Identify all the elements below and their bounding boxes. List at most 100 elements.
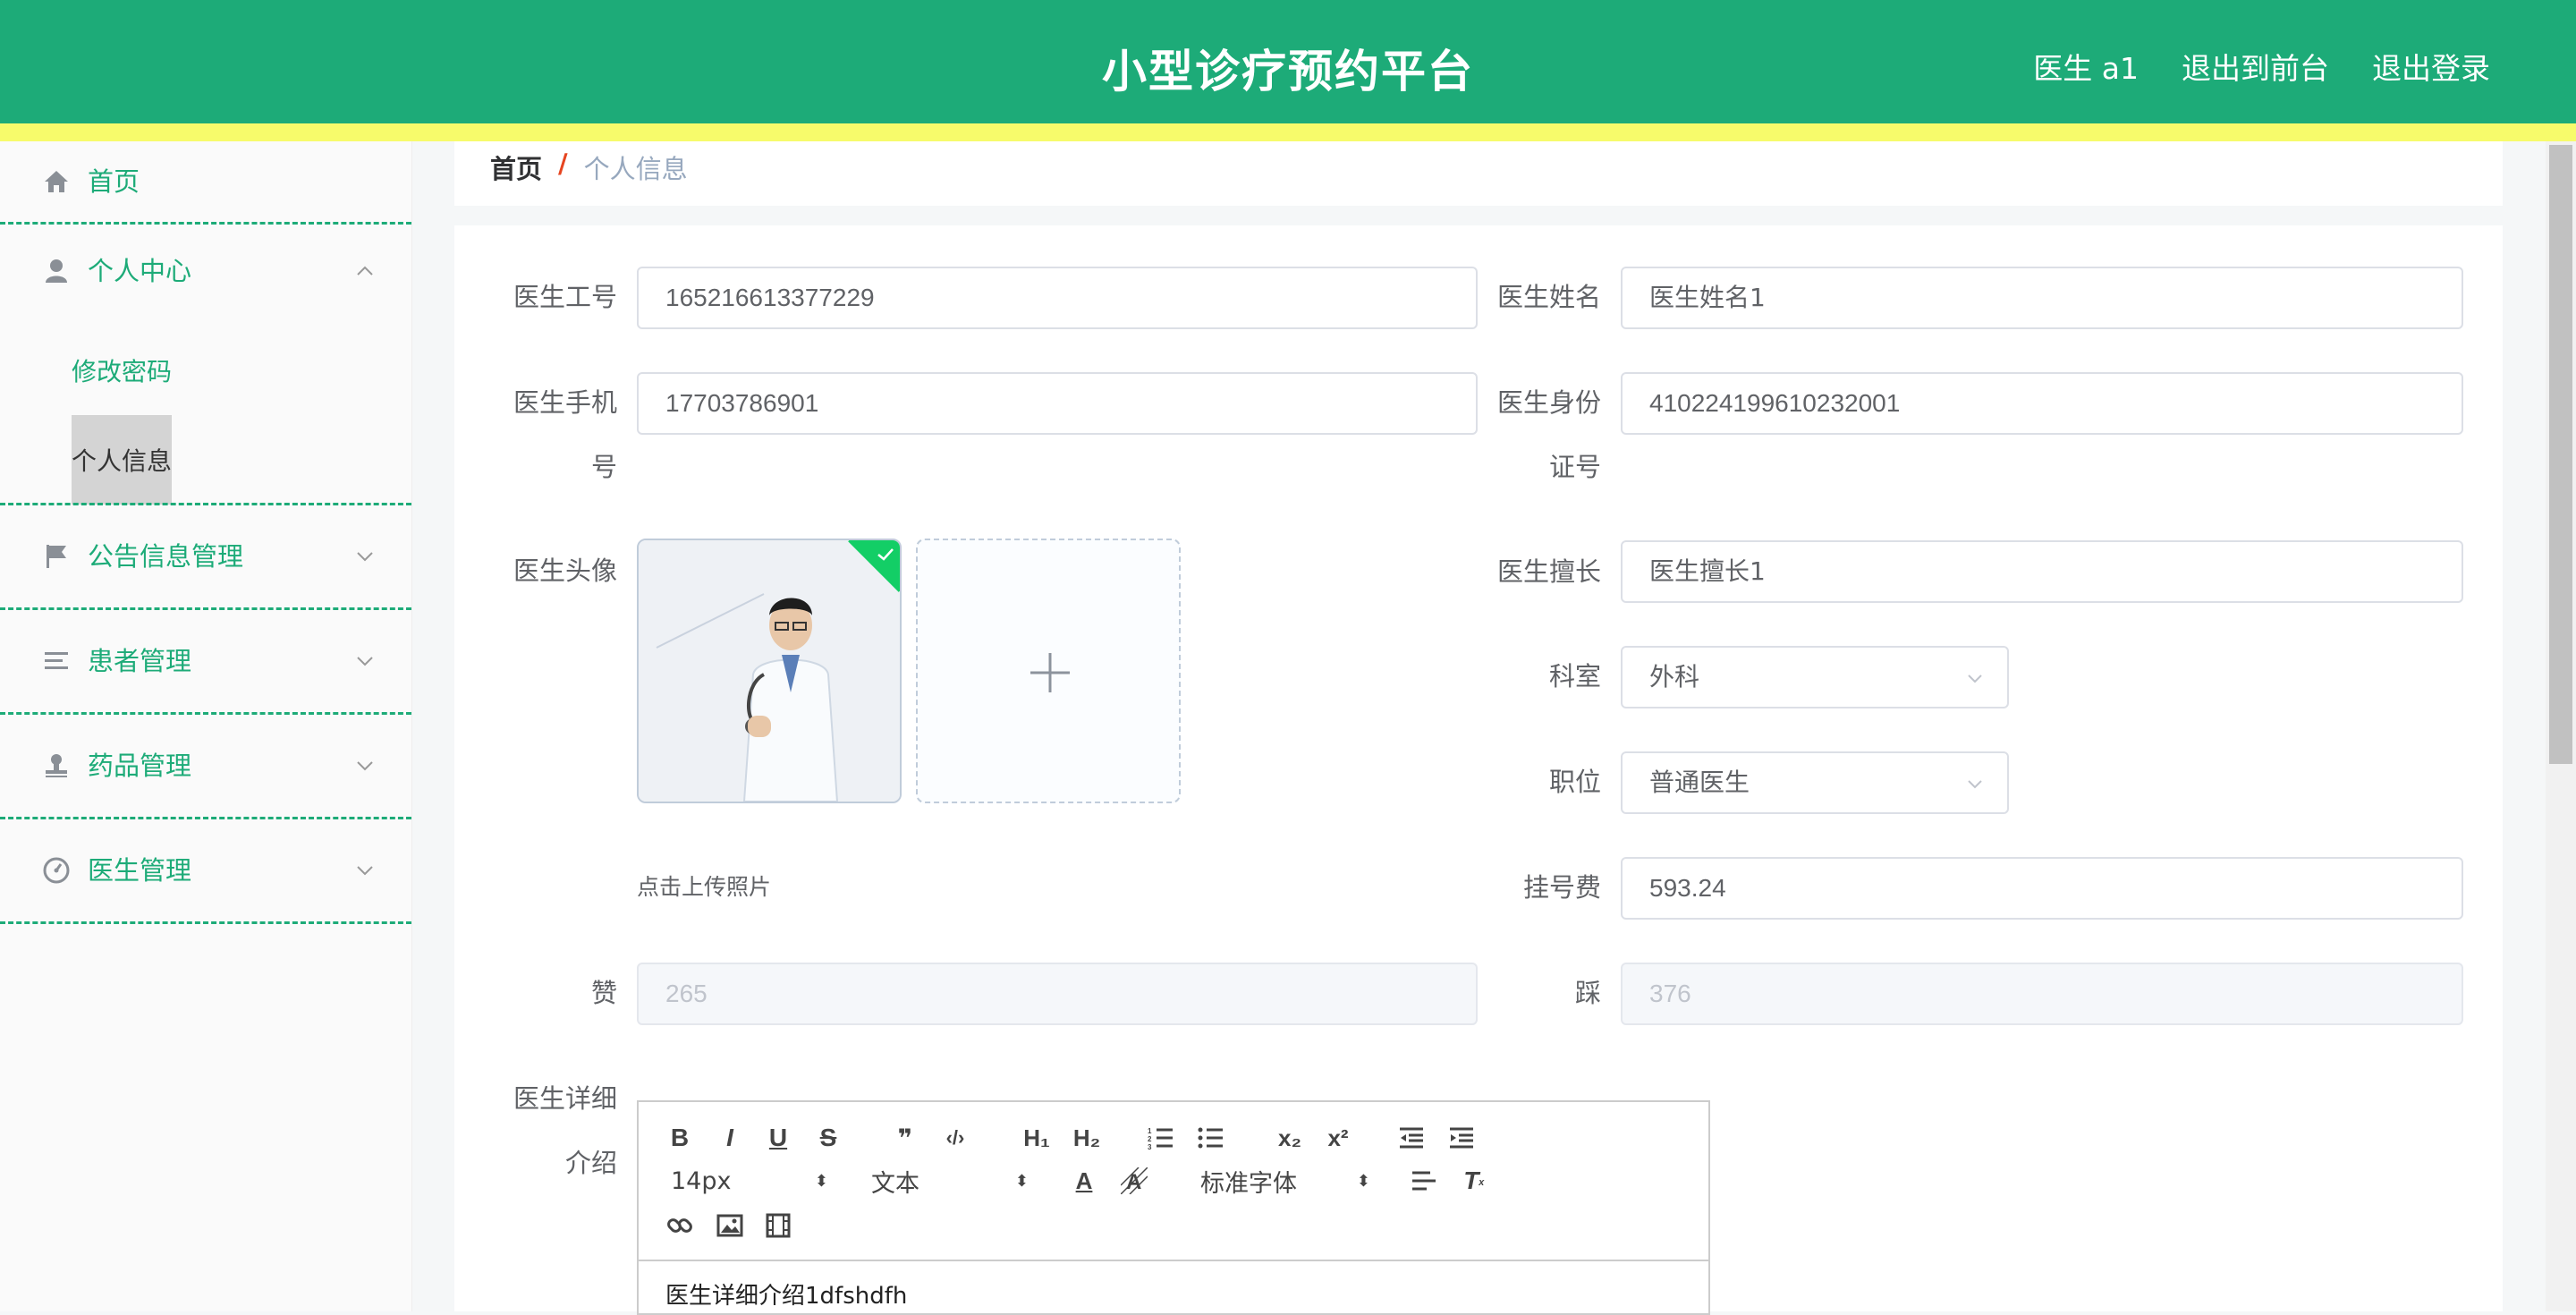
avatar-upload-button[interactable] (916, 539, 1181, 803)
sidebar-item-label: 首页 (88, 166, 140, 197)
editor-content[interactable]: 医生详细介绍1dfshdfh (665, 1277, 907, 1311)
sidebar-item-personal-center[interactable]: 个人中心 (0, 222, 411, 320)
subscript-icon[interactable]: x₂ (1270, 1122, 1309, 1154)
breadcrumb-card: 首页 / 个人信息 (454, 141, 2503, 206)
chevron-down-icon (354, 546, 376, 567)
background-color-icon[interactable]: A (1118, 1165, 1150, 1197)
underline-icon[interactable]: U (762, 1122, 794, 1154)
header-accent-stripe (0, 123, 2576, 141)
video-icon[interactable] (762, 1209, 794, 1242)
chevron-down-icon (1968, 780, 1982, 789)
font-family-value: 标准字体 (1200, 1169, 1297, 1198)
ordered-list-icon[interactable]: 123 (1145, 1122, 1177, 1154)
sidebar-item-home[interactable]: 首页 (0, 141, 411, 225)
current-user-link[interactable]: 医生 a1 (2033, 45, 2139, 88)
sidebar-subitem-change-password[interactable]: 修改密码 (72, 326, 172, 415)
font-size-picker[interactable]: 14px ⬍ (671, 1165, 828, 1197)
sidebar-item-label: 个人中心 (88, 256, 192, 286)
specialty-input[interactable]: 医生擅长1 (1621, 540, 2463, 603)
editor-toolbar: B I U S ❞ ‹/› H₁ H₂ 123 x₂ x² 14px ⬍ 文本 … (639, 1102, 1708, 1261)
heading-1-icon[interactable]: H₁ (1016, 1122, 1057, 1154)
breadcrumb-current: 个人信息 (583, 154, 688, 184)
department-label: 科室 (1548, 661, 1601, 691)
breadcrumb-home[interactable]: 首页 (490, 148, 542, 186)
department-selected-value: 外科 (1649, 662, 1700, 691)
detail-label-line1: 医生详细 (513, 1083, 617, 1114)
code-block-icon[interactable]: ‹/› (939, 1122, 971, 1154)
breadcrumb-separator: / (558, 148, 568, 179)
link-icon[interactable] (664, 1209, 696, 1242)
id-card-label-line2: 证号 (1548, 452, 1601, 482)
align-icon[interactable] (1408, 1165, 1440, 1197)
sidebar-item-label: 公告信息管理 (88, 541, 244, 572)
id-card-label-line1: 医生身份 (1496, 387, 1601, 418)
position-label: 职位 (1548, 767, 1601, 797)
logout-link[interactable]: 退出登录 (2372, 45, 2490, 88)
updown-icon: ⬍ (1014, 1171, 1029, 1191)
italic-icon[interactable]: I (714, 1122, 746, 1154)
page-scrollbar-thumb[interactable] (2549, 145, 2572, 764)
updown-icon: ⬍ (1356, 1171, 1370, 1191)
likes-label: 赞 (590, 978, 617, 1008)
doctor-photo (639, 540, 900, 802)
sidebar-item-label: 药品管理 (88, 751, 192, 781)
sidebar-item-patient-management[interactable]: 患者管理 (0, 610, 411, 715)
id-card-input[interactable]: 410224199610232001 (1621, 372, 2463, 435)
position-select[interactable]: 普通医生 (1621, 751, 2009, 814)
check-icon (877, 548, 894, 561)
dislikes-label: 踩 (1574, 978, 1601, 1008)
sidebar-item-notice-management[interactable]: 公告信息管理 (0, 505, 411, 610)
font-family-picker[interactable]: 标准字体 ⬍ (1200, 1165, 1370, 1198)
outdent-icon[interactable] (1395, 1122, 1428, 1154)
text-color-icon[interactable]: A (1068, 1165, 1100, 1197)
svg-text:3: 3 (1148, 1143, 1152, 1150)
doctor-name-label: 医生姓名 (1496, 282, 1601, 312)
plus-icon (1030, 653, 1070, 692)
chevron-down-icon (1968, 674, 1982, 683)
blockquote-icon[interactable]: ❞ (889, 1122, 921, 1154)
gauge-icon (41, 855, 72, 886)
superscript-icon[interactable]: x² (1318, 1122, 1358, 1154)
clear-format-icon[interactable]: Tₓ (1458, 1165, 1490, 1197)
sidebar-item-medicine-management[interactable]: 药品管理 (0, 715, 411, 819)
breadcrumb: 首页 / 个人信息 (490, 148, 688, 186)
department-select[interactable]: 外科 (1621, 646, 2009, 708)
updown-icon: ⬍ (814, 1171, 828, 1191)
indent-icon[interactable] (1445, 1122, 1478, 1154)
phone-label-line2: 号 (590, 452, 617, 482)
sidebar-item-label: 医生管理 (88, 855, 192, 886)
bold-icon[interactable]: B (664, 1122, 696, 1154)
fee-input[interactable]: 593.24 (1621, 857, 2463, 920)
sidebar-item-doctor-management[interactable]: 医生管理 (0, 819, 411, 924)
strike-icon[interactable]: S (812, 1122, 844, 1154)
chevron-up-icon (354, 260, 376, 282)
header-picker-value: 文本 (871, 1169, 919, 1198)
chevron-down-icon (354, 755, 376, 776)
top-header: 小型诊疗预约平台 医生 a1 退出到前台 退出登录 (0, 0, 2576, 123)
font-size-value: 14px (671, 1167, 732, 1195)
exit-to-front-link[interactable]: 退出到前台 (2182, 45, 2329, 88)
phone-label-line1: 医生手机 (513, 387, 617, 418)
chevron-down-icon (354, 650, 376, 672)
heading-2-icon[interactable]: H₂ (1066, 1122, 1107, 1154)
avatar-label: 医生头像 (513, 556, 617, 586)
bullet-list-icon[interactable] (1195, 1122, 1227, 1154)
doctor-id-input[interactable]: 165216613377229 (637, 267, 1478, 329)
sidebar-subitem-personal-info[interactable]: 个人信息 (72, 415, 173, 505)
upload-tip: 点击上传照片 (637, 874, 772, 900)
avatar-image[interactable] (637, 539, 902, 803)
home-icon (41, 166, 72, 197)
doctor-id-label: 医生工号 (513, 282, 617, 312)
sidebar: 首页 个人中心 修改密码 个人信息 公告信息管理 患者管理 药品管理 医生管理 (0, 141, 412, 1311)
user-icon (41, 256, 72, 286)
doctor-name-input[interactable]: 医生姓名1 (1621, 267, 2463, 329)
header-nav: 医生 a1 退出到前台 退出登录 (2033, 45, 2490, 88)
chevron-down-icon (354, 860, 376, 881)
flag-icon (41, 541, 72, 572)
specialty-label: 医生擅长 (1496, 556, 1601, 587)
fee-label: 挂号费 (1522, 872, 1601, 903)
sidebar-item-label: 患者管理 (88, 646, 192, 676)
image-icon[interactable] (714, 1209, 746, 1242)
header-picker[interactable]: 文本 ⬍ (871, 1165, 1029, 1198)
phone-input[interactable]: 17703786901 (637, 372, 1478, 435)
